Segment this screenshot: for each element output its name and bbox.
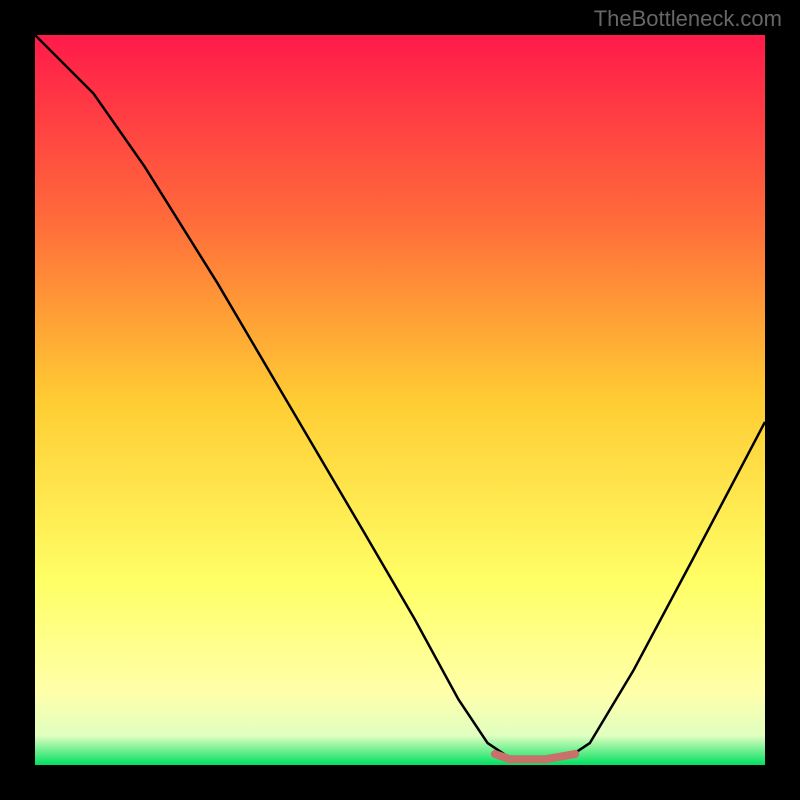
chart-svg: [35, 35, 765, 765]
chart-background: [35, 35, 765, 765]
watermark-text: TheBottleneck.com: [594, 6, 782, 32]
bottleneck-chart: [35, 35, 765, 765]
